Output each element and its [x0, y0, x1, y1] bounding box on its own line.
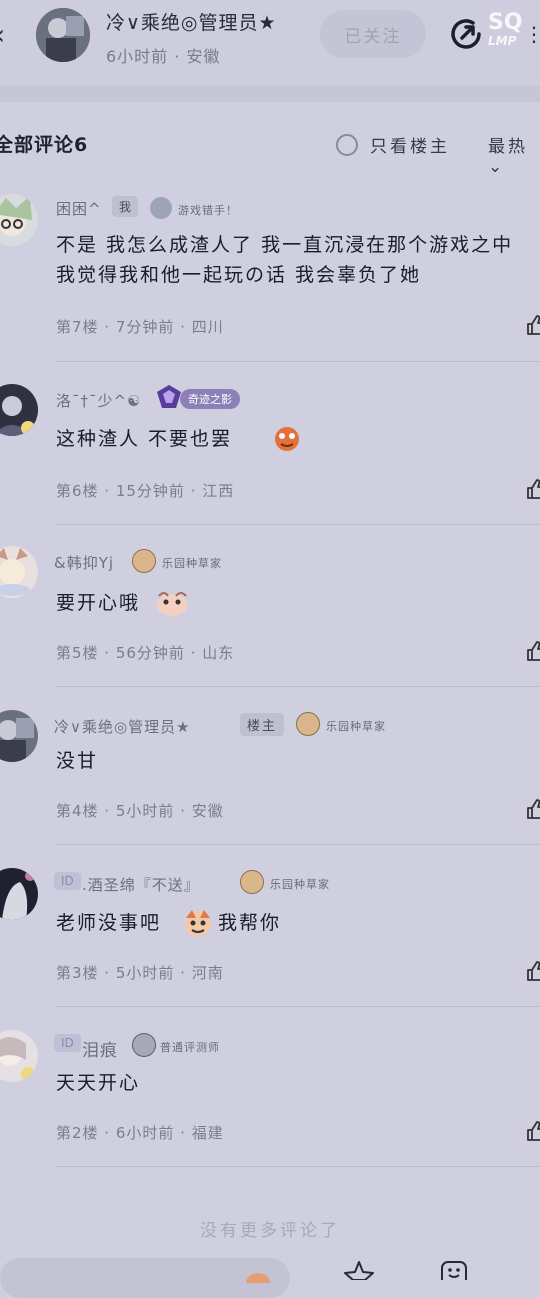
id-badge: ID: [54, 1034, 81, 1052]
thumb-up-icon[interactable]: [526, 1120, 540, 1142]
thumb-up-icon[interactable]: [526, 640, 540, 662]
share-icon[interactable]: [446, 14, 486, 54]
commenter-avatar[interactable]: [0, 710, 38, 762]
follow-button[interactable]: 已关注: [320, 10, 426, 58]
only-owner-label[interactable]: 只看楼主: [370, 132, 450, 157]
comment-divider: [56, 686, 540, 687]
id-badge: ID: [54, 872, 81, 890]
only-owner-radio[interactable]: [336, 134, 358, 156]
commenter-title: 奇迹之影: [180, 389, 240, 409]
commenter-name[interactable]: 洛ˉ†ˉ少^☯: [56, 390, 142, 411]
no-more-comments: 没有更多评论了: [200, 1221, 340, 1241]
commenter-name[interactable]: 冷∨乘绝◎管理员★: [54, 716, 191, 737]
owner-badge: 楼主: [240, 713, 285, 736]
thumb-up-icon[interactable]: [526, 314, 540, 336]
emoji-icon[interactable]: [440, 1260, 468, 1287]
comment-meta: 第4楼 · 5小时前 · 安徽: [56, 802, 224, 820]
commenter-title: 乐园种草家: [326, 720, 386, 733]
comment-text: 不是 我怎么成渣人了 我一直沉浸在那个游戏之中 我觉得我和他一起玩の话 我会辜负…: [56, 234, 514, 286]
author-name[interactable]: 冷∨乘绝◎管理员★: [106, 8, 277, 35]
comment-text: 没甘: [56, 750, 99, 772]
post-header: ‹ 冷∨乘绝◎管理员★ 6小时前 · 安徽 已关注 SQ LMP ⋮: [0, 0, 540, 86]
medal-icon: [132, 549, 156, 573]
medal-icon: [132, 1033, 156, 1057]
comment-meta: 第6楼 · 15分钟前 · 江西: [56, 482, 235, 500]
sticker-emoji-icon: [272, 424, 302, 452]
back-icon[interactable]: ‹: [0, 18, 5, 51]
thumb-up-icon[interactable]: [526, 960, 540, 982]
medal-icon: [150, 197, 172, 219]
self-badge: 我: [112, 196, 139, 217]
star-icon[interactable]: [344, 1260, 374, 1281]
author-avatar[interactable]: [36, 8, 90, 62]
commenter-avatar[interactable]: [0, 868, 38, 920]
commenter-avatar[interactable]: [0, 546, 38, 598]
comment-text-suffix: 我帮你: [218, 912, 282, 934]
medal-icon: [296, 712, 320, 736]
sticker-emoji-icon: [182, 908, 214, 938]
section-divider: [0, 86, 540, 102]
comment-meta: 第3楼 · 5小时前 · 河南: [56, 964, 224, 982]
sticker-icon[interactable]: [244, 1268, 272, 1293]
watermark-logo: SQ LMP: [488, 10, 523, 49]
comment-text: 要开心哦: [56, 592, 141, 614]
commenter-name[interactable]: 困困^: [56, 198, 102, 219]
comments-title: 全部评论6: [0, 134, 89, 156]
commenter-avatar[interactable]: [0, 1030, 38, 1082]
commenter-title: 乐园种草家: [270, 878, 330, 891]
comment-text: 这种渣人 不要也罢: [56, 428, 233, 450]
comment-divider: [56, 361, 540, 362]
commenter-avatar[interactable]: [0, 384, 38, 436]
comment-divider: [56, 1166, 540, 1167]
shadow-medal-icon: [156, 384, 182, 410]
comment-divider: [56, 844, 540, 845]
sort-dropdown[interactable]: 最热 ⌄: [488, 132, 540, 177]
post-meta: 6小时前 · 安徽: [106, 47, 221, 66]
commenter-avatar[interactable]: [0, 194, 38, 246]
more-icon[interactable]: ⋮: [524, 22, 540, 46]
commenter-title: 游戏错手！: [178, 204, 238, 217]
commenter-name[interactable]: 泪痕: [82, 1036, 118, 1061]
comment-text: 老师没事吧: [56, 912, 162, 934]
sticker-emoji-icon: [154, 588, 190, 618]
comment-divider: [56, 1006, 540, 1007]
comment-text: 天天开心: [56, 1072, 141, 1094]
commenter-title: 普通评测师: [160, 1041, 220, 1054]
medal-icon: [240, 870, 264, 894]
comment-meta: 第2楼 · 6小时前 · 福建: [56, 1124, 224, 1142]
comment-divider: [56, 524, 540, 525]
commenter-name[interactable]: &韩抑Yj: [54, 552, 114, 573]
commenter-name[interactable]: .酒圣绵『不送』: [82, 874, 200, 895]
comment-meta: 第7楼 · 7分钟前 · 四川: [56, 318, 224, 336]
commenter-title: 乐园种草家: [162, 557, 222, 570]
thumb-up-icon[interactable]: [526, 478, 540, 500]
comment-meta: 第5楼 · 56分钟前 · 山东: [56, 644, 235, 662]
thumb-up-icon[interactable]: [526, 798, 540, 820]
